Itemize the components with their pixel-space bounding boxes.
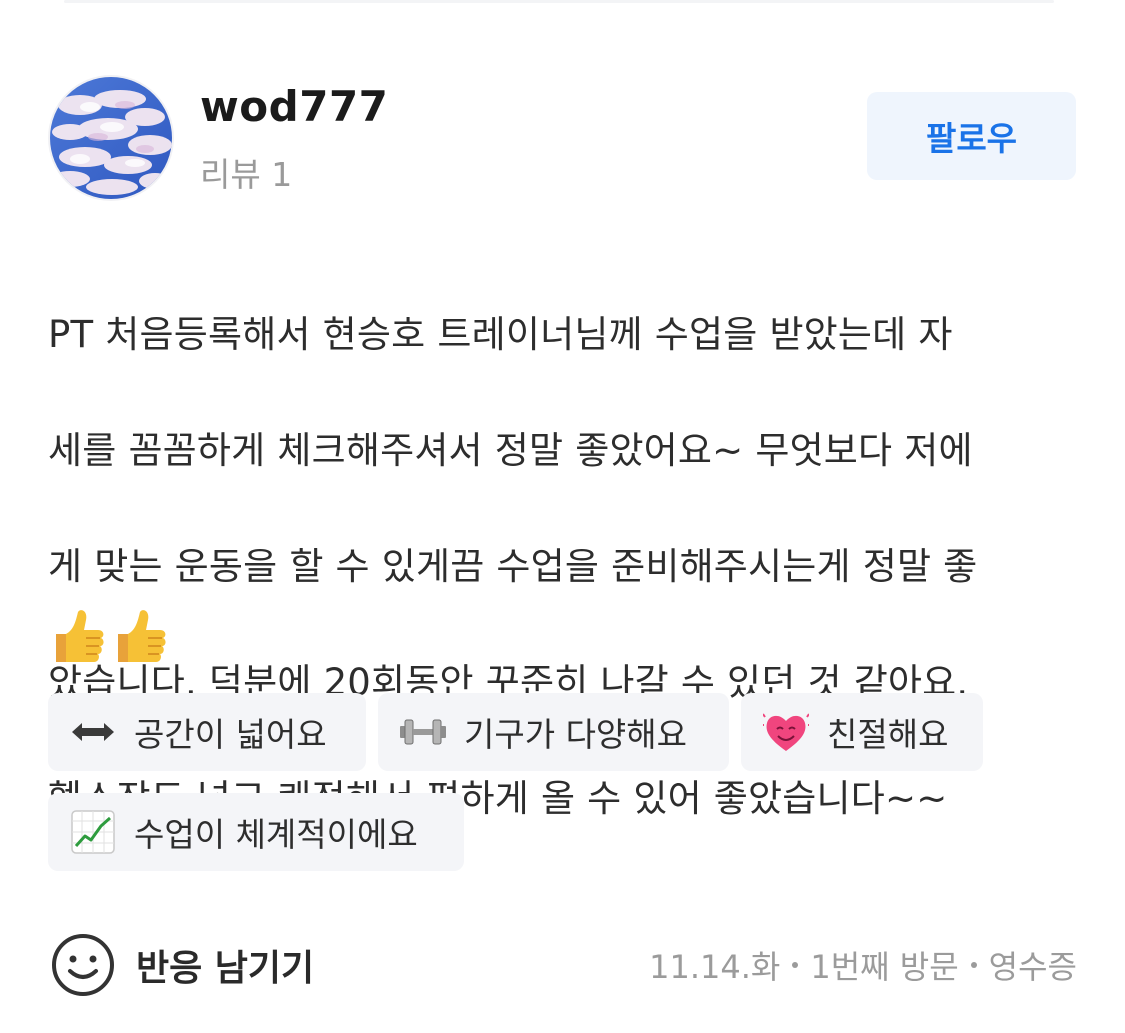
smiley-icon <box>52 934 114 996</box>
review-text: PT 처음등록해서 현승호 트레이너님께 수업을 받았는데 자 세를 꼼꼼하게 … <box>48 248 1078 886</box>
receipt-label[interactable]: 영수증 <box>989 942 1077 988</box>
review-line: 세를 꼼꼼하게 체크해주셔서 정말 좋았어요~ 무엇보다 저에 <box>48 429 973 472</box>
tag-label: 수업이 체계적이에요 <box>134 815 418 854</box>
avatar[interactable] <box>50 77 172 199</box>
review-count: 리뷰 1 <box>200 155 293 194</box>
follow-button[interactable]: 팔로우 <box>867 92 1076 180</box>
smiling-heart-icon <box>763 709 809 755</box>
thumbs-up-icon <box>56 610 104 662</box>
tag-systematic[interactable]: 수업이 체계적이에요 <box>48 793 464 871</box>
tag-label: 공간이 넓어요 <box>134 715 327 754</box>
divider <box>64 0 1054 3</box>
tag-spacious[interactable]: 공간이 넓어요 <box>48 693 366 771</box>
left-right-arrow-icon <box>70 709 116 755</box>
review-line: 게 맞는 운동을 할 수 있게끔 수업을 준비해주시는게 정말 좋 <box>48 545 978 588</box>
tag-friendly[interactable]: 친절해요 <box>741 693 983 771</box>
thumbs-up-icon <box>118 610 166 662</box>
username[interactable]: wod777 <box>200 82 388 131</box>
tag-label: 기구가 다양해요 <box>464 715 688 754</box>
chart-increasing-icon <box>70 809 116 855</box>
visit-count: 1번째 방문 <box>810 948 959 986</box>
react-button[interactable]: 반응 남기기 <box>50 930 314 1000</box>
visit-date: 11.14.화 <box>649 948 781 986</box>
tag-equipment[interactable]: 기구가 다양해요 <box>378 693 729 771</box>
separator-dot <box>970 962 977 968</box>
tag-label: 친절해요 <box>827 715 949 754</box>
review-line: PT 처음등록해서 현승호 트레이너님께 수업을 받았는데 자 <box>48 313 953 356</box>
thumbs-up-emojis <box>50 608 168 666</box>
visit-meta: 11.14.화 1번째 방문 영수증 <box>649 942 1077 988</box>
dumbbell-icon <box>400 709 446 755</box>
separator-dot <box>792 962 799 968</box>
react-label: 반응 남기기 <box>136 948 315 989</box>
